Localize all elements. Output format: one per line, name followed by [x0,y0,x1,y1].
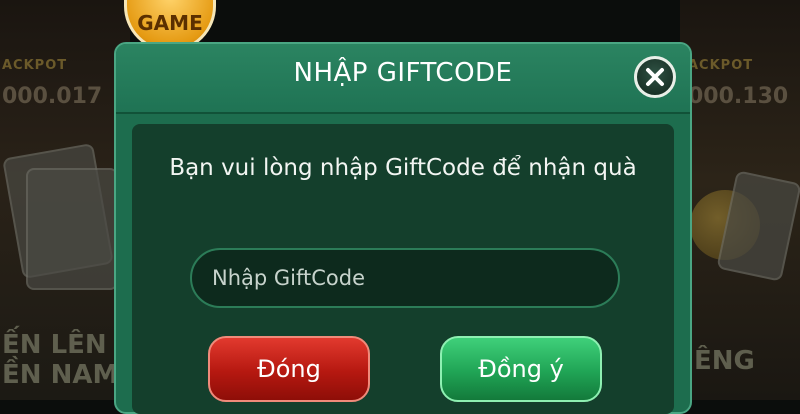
jackpot-label-left: ACKPOT [2,58,68,73]
close-dialog-button[interactable]: Đóng [208,336,370,402]
giftcode-dialog: NHẬP GIFTCODE Bạn vui lòng nhập GiftCode… [114,42,692,414]
game-title-right: ÊNG [694,346,755,376]
close-icon [646,68,664,86]
giftcode-input[interactable] [192,250,618,306]
background-game-right: ACKPOT 000.130 ÊNG [680,0,800,400]
playing-card-right [716,170,800,282]
background-game-left: ACKPOT 000.017 ẾN LÊN ỀN NAM [0,0,130,400]
spade-card-left [26,168,118,290]
mini-game-badge-label: GAME [137,11,203,35]
dialog-body: Bạn vui lòng nhập GiftCode để nhận quà Đ… [132,124,674,414]
giftcode-message: Bạn vui lòng nhập GiftCode để nhận quà [169,155,637,181]
game-title-left-line2: ỀN NAM [2,360,119,390]
dialog-header: NHẬP GIFTCODE [116,44,690,114]
game-title-left-line1: ẾN LÊN [2,330,107,360]
jackpot-value-right: 000.130 [688,84,789,109]
jackpot-label-right: ACKPOT [688,58,754,73]
confirm-button[interactable]: Đồng ý [440,336,602,402]
giftcode-input-wrapper [190,248,620,308]
jackpot-value-left: 000.017 [2,84,103,109]
close-button[interactable] [634,56,676,98]
dialog-title: NHẬP GIFTCODE [293,58,513,88]
